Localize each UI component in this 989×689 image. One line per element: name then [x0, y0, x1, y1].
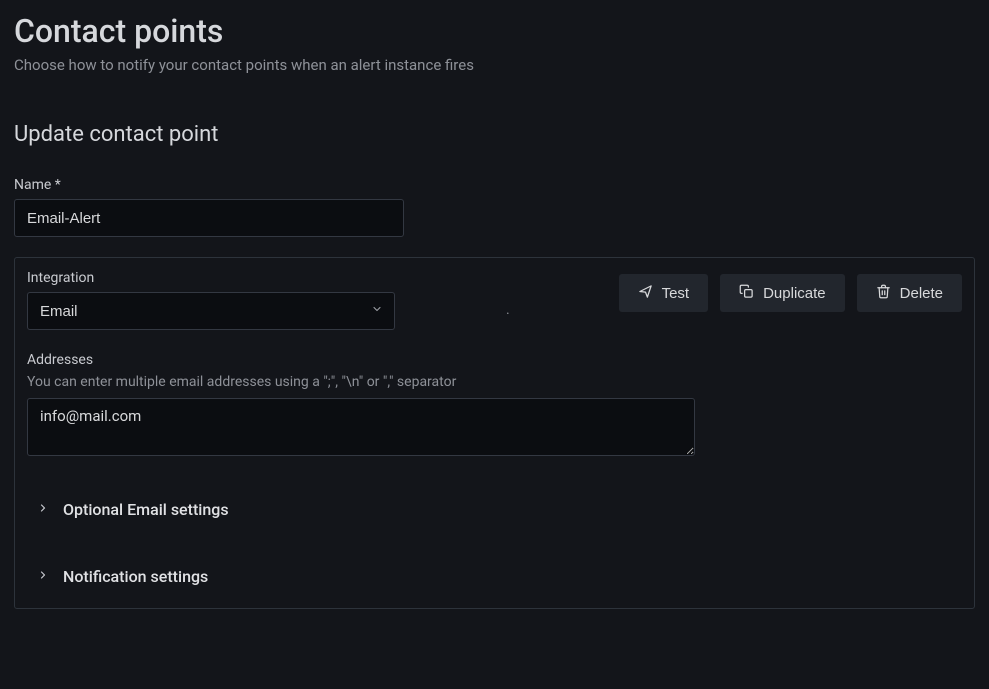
- delete-button-label: Delete: [900, 285, 943, 302]
- integration-field: Integration: [27, 270, 395, 330]
- page-subtitle: Choose how to notify your contact points…: [14, 56, 975, 74]
- addresses-help-text: You can enter multiple email addresses u…: [27, 374, 962, 390]
- test-button-label: Test: [662, 285, 690, 302]
- section-heading: Update contact point: [14, 122, 975, 147]
- name-label: Name *: [14, 177, 975, 193]
- name-input[interactable]: [14, 199, 404, 237]
- action-buttons: Test Duplicate Delete: [619, 270, 962, 312]
- name-field: Name *: [14, 177, 975, 237]
- chevron-right-icon: [37, 569, 49, 585]
- optional-email-settings-toggle[interactable]: Optional Email settings: [37, 500, 962, 519]
- optional-email-settings-label: Optional Email settings: [63, 500, 229, 519]
- integration-panel: Integration . Test Duplicate: [14, 257, 975, 609]
- copy-icon: [739, 284, 754, 303]
- overflow-indicator: .: [506, 282, 510, 318]
- notification-settings-label: Notification settings: [63, 567, 208, 586]
- page-title: Contact points: [14, 12, 975, 50]
- send-icon: [638, 284, 653, 303]
- chevron-right-icon: [37, 502, 49, 518]
- trash-icon: [876, 284, 891, 303]
- duplicate-button-label: Duplicate: [763, 285, 826, 302]
- addresses-input[interactable]: info@mail.com: [27, 398, 695, 456]
- addresses-field: Addresses You can enter multiple email a…: [27, 352, 962, 460]
- addresses-label: Addresses: [27, 352, 962, 368]
- test-button[interactable]: Test: [619, 274, 709, 312]
- delete-button[interactable]: Delete: [857, 274, 962, 312]
- duplicate-button[interactable]: Duplicate: [720, 274, 845, 312]
- integration-label: Integration: [27, 270, 395, 286]
- integration-select[interactable]: [27, 292, 395, 330]
- notification-settings-toggle[interactable]: Notification settings: [37, 567, 962, 586]
